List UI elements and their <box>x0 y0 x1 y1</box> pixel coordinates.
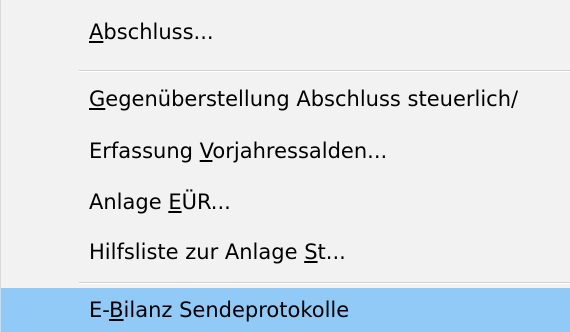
menu-item-gegenueberstellung[interactable]: Gegenüberstellung Abschluss steuerlich/ <box>1 77 570 121</box>
menu-separator-highlight <box>79 71 570 72</box>
context-menu: Abschluss... Gegenüberstellung Abschluss… <box>0 0 570 332</box>
menu-item-label: Hilfsliste zur Anlage St... <box>89 240 346 264</box>
menu-item-anlage-euer[interactable]: Anlage EÜR... <box>1 180 570 224</box>
menu-item-label: Erfassung Vorjahressalden... <box>89 139 388 163</box>
menu-item-abschluss[interactable]: Abschluss... <box>1 10 570 54</box>
menu-item-hilfsliste-anlage-st[interactable]: Hilfsliste zur Anlage St... <box>1 230 570 274</box>
menu-item-ebilanz-sendeprotokolle[interactable]: E-Bilanz Sendeprotokolle <box>1 288 570 332</box>
menu-item-erfassung-vorjahressalden[interactable]: Erfassung Vorjahressalden... <box>1 129 570 173</box>
menu-item-label: E-Bilanz Sendeprotokolle <box>89 298 350 322</box>
menu-item-label: Abschluss... <box>89 20 214 44</box>
menu-item-label: Gegenüberstellung Abschluss steuerlich/ <box>89 87 519 111</box>
menu-item-label: Anlage EÜR... <box>89 190 231 214</box>
menu-separator-highlight <box>79 283 570 284</box>
